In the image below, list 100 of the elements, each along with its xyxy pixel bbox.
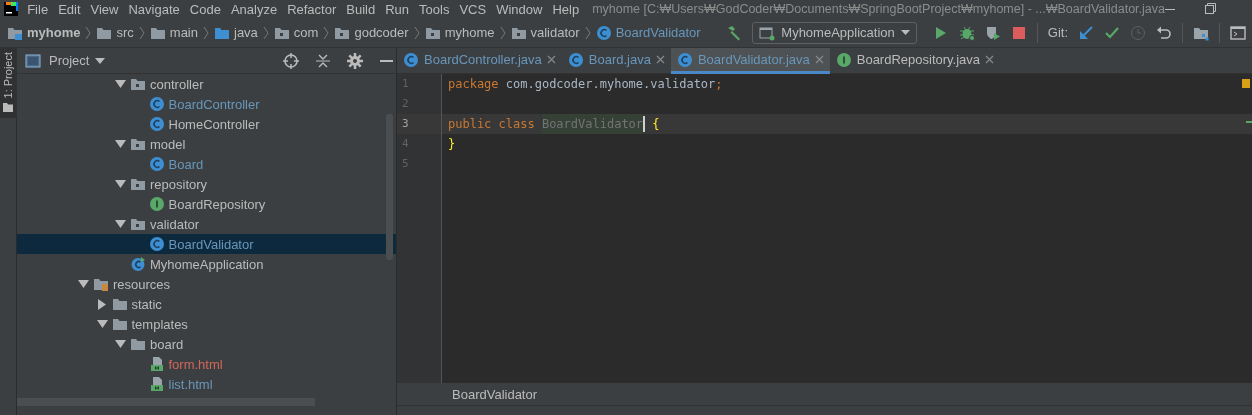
editor-breadcrumb[interactable]: BoardValidator (452, 386, 538, 402)
package-icon (130, 216, 146, 232)
menu-item[interactable]: Code (184, 1, 226, 17)
breadcrumb[interactable]: BoardValidator (592, 24, 704, 41)
tree-item[interactable]: static (17, 294, 396, 314)
expanded-arrow-icon[interactable] (115, 338, 126, 350)
tree-item[interactable]: BoardController (17, 94, 396, 114)
menu-item[interactable]: Run (380, 1, 415, 17)
crosshair-icon[interactable] (283, 52, 299, 69)
class-icon (403, 51, 419, 68)
html-file-icon (148, 356, 165, 372)
terminal-icon[interactable] (1230, 24, 1246, 41)
expanded-arrow-icon[interactable] (115, 178, 126, 190)
class-icon (595, 24, 612, 41)
class-icon (148, 236, 165, 252)
chevron-icon (499, 25, 506, 40)
breadcrumb[interactable]: src (93, 24, 137, 41)
hammer-icon[interactable] (726, 24, 743, 41)
menu-item[interactable]: Navigate (123, 1, 185, 17)
breadcrumb[interactable]: myhome (421, 24, 498, 41)
expanded-arrow-icon[interactable] (115, 138, 126, 150)
code-token: ; (715, 76, 723, 93)
menu-item[interactable]: Tools (414, 1, 455, 17)
folder-icon (130, 336, 146, 352)
run-configuration-dropdown[interactable]: MyhomeApplication (752, 21, 917, 44)
breadcrumb[interactable]: com (270, 24, 322, 41)
code-token: com.godcoder.myhome.validator (505, 76, 716, 93)
caret-icon (95, 57, 106, 64)
resources-folder-icon (93, 276, 109, 292)
tree-item[interactable]: HomeController (17, 114, 396, 134)
tree-item[interactable]: Board (17, 154, 396, 174)
class-icon (567, 51, 584, 68)
menu-item[interactable]: File (22, 1, 54, 17)
tree-item[interactable]: templates (17, 314, 396, 334)
menu-item[interactable]: Refactor (282, 1, 342, 17)
window-title: myhome [C:₩Users₩GodCoder₩Documents₩SpringBootProject₩myhome] - ...₩BoardValidator.java (592, 2, 1165, 16)
tree-item[interactable]: repository (17, 174, 396, 194)
tree-item[interactable]: controller (17, 74, 396, 94)
expanded-arrow-icon[interactable] (78, 278, 89, 290)
menu-item[interactable]: Build (341, 1, 381, 17)
chevron-icon (138, 25, 145, 40)
expanded-arrow-icon[interactable] (96, 318, 108, 330)
package-icon (130, 136, 146, 152)
tree-item[interactable]: model (17, 134, 396, 154)
expanded-arrow-icon[interactable] (115, 78, 126, 90)
tree-item[interactable]: validator (17, 214, 396, 234)
settings-icon[interactable] (347, 52, 363, 69)
expanded-arrow-icon[interactable] (115, 218, 126, 230)
close-icon[interactable] (655, 55, 665, 64)
undo-icon[interactable] (1156, 24, 1172, 41)
close-icon[interactable] (546, 55, 556, 64)
breadcrumb[interactable]: java (211, 24, 261, 41)
collapsed-arrow-icon[interactable] (96, 298, 108, 310)
folder-icon (3, 102, 13, 113)
menu-item[interactable]: Help (547, 1, 585, 17)
breadcrumb[interactable]: godcoder (331, 24, 412, 41)
tree-item[interactable]: form.html (17, 354, 396, 374)
vcs-label: Git: (1047, 25, 1068, 40)
tree-item[interactable]: list.html (17, 374, 396, 394)
vertical-scrollbar[interactable] (386, 114, 393, 260)
change-marker (1246, 121, 1252, 123)
tree-item[interactable]: BoardValidator (17, 234, 396, 254)
menu-item[interactable]: VCS (454, 1, 492, 17)
class-icon (676, 51, 693, 68)
window-icon (25, 52, 41, 69)
shield-play-icon[interactable] (984, 24, 1001, 41)
tool-window-tab[interactable]: 1: Project (0, 48, 17, 119)
tree-item[interactable]: resources (17, 274, 396, 294)
bug-icon[interactable] (958, 24, 975, 41)
editor-tab[interactable]: BoardRepository.java (829, 48, 1001, 74)
tree-item[interactable]: MyhomeApplication (17, 254, 396, 274)
editor-tab[interactable]: BoardController.java (397, 48, 562, 74)
code-token: package (448, 76, 499, 93)
tree-item[interactable]: board (17, 334, 396, 354)
breadcrumb[interactable]: myhome (4, 24, 84, 41)
application-class-icon (130, 256, 146, 272)
breadcrumb[interactable]: main (146, 24, 201, 41)
collapse-all-icon[interactable] (315, 52, 331, 69)
window-icon (759, 24, 776, 41)
project-view-dropdown[interactable]: Project (25, 52, 108, 69)
interface-icon (148, 196, 165, 212)
package-icon (130, 176, 146, 192)
folder-icon (111, 316, 128, 332)
editor-tab[interactable]: Board.java (561, 48, 671, 74)
arrow-icon[interactable] (1078, 24, 1094, 41)
restore-icon[interactable] (1205, 3, 1216, 14)
horizontal-scrollbar[interactable] (17, 398, 315, 406)
tree-item[interactable]: BoardRepository (17, 194, 396, 214)
stop-icon[interactable] (1010, 24, 1027, 41)
menu-item[interactable]: Window (491, 1, 548, 17)
warning-marker[interactable] (1242, 79, 1250, 88)
class-icon (148, 156, 165, 172)
close-icon[interactable] (985, 55, 995, 64)
chevron-icon (85, 25, 92, 40)
menu-item[interactable]: Analyze (225, 1, 283, 17)
breadcrumb[interactable]: validator (507, 24, 583, 41)
caret-icon (900, 30, 910, 35)
code-token: { (652, 116, 660, 133)
menu-item[interactable]: View (85, 1, 124, 17)
menu-item[interactable]: Edit (53, 1, 86, 17)
